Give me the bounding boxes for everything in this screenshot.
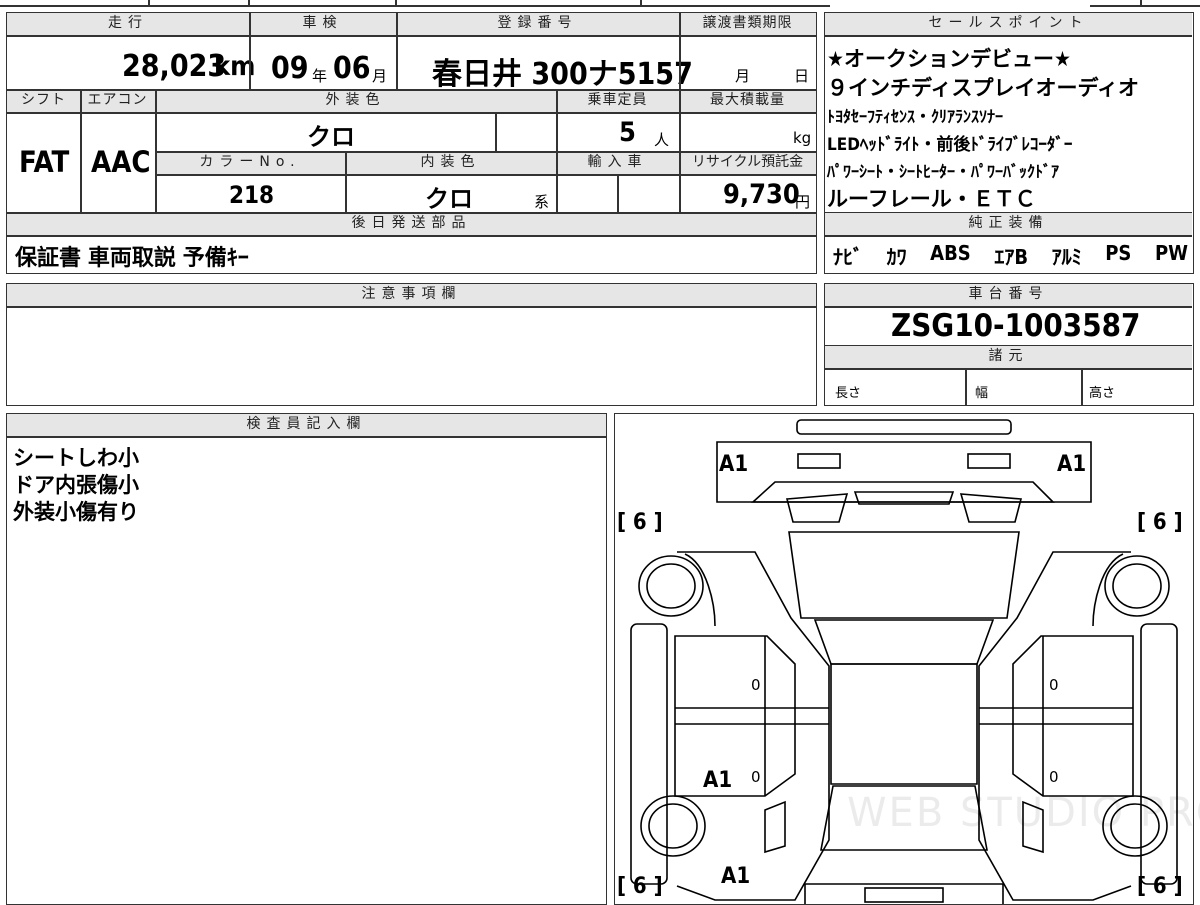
recycle-value: 9,730 [723,179,800,210]
inspection-header: 車検 [249,13,396,35]
transfer-month-unit: 月 [735,67,751,85]
load-header: 最大積載量 [679,90,816,112]
sales-points-header: セールスポイント [825,13,1192,35]
shift-value: FAT [19,145,70,179]
interior-header: 内装色 [345,152,556,174]
equipment-item: ﾅﾋﾞ [833,245,863,269]
year-unit: 年 [312,67,328,85]
capacity-unit: 人 [654,131,670,149]
color-no-value: 218 [229,181,275,209]
door-mark-rl: 0 [751,768,761,786]
tire-mark-front-right: [ 6 ] [1137,510,1183,535]
height-label: 高さ [1089,386,1116,401]
interior-suffix: 系 [534,193,550,211]
equipment-item: ｶﾜ [886,245,907,269]
equipment-item: PW [1154,241,1188,265]
watermark: WEB STUDIO PRO [847,790,1200,836]
length-label: 長さ [835,386,862,401]
load-unit: kg [793,129,812,147]
sales-line-3: ﾄﾖﾀｾｰﾌﾃｨｾﾝｽ・ｸﾘｱﾗﾝｽｿﾅｰ [827,107,1004,126]
equipment-list: ﾅﾋﾞ ｶﾜ ABS ｴｱB ｱﾙﾐ PS PW [833,241,1188,270]
mileage-value: 28,023 [122,49,227,84]
sales-line-1: ★オークションデビュー★ [827,47,1071,71]
registration-value: 春日井 300ナ5157 [432,57,693,92]
later-parts-value: 保証書 車両取説 予備ｷｰ [15,246,249,271]
damage-mark-front-left: A1 [719,452,749,477]
ac-header: エアコン [80,90,155,112]
equipment-item: ｴｱB [994,245,1029,269]
car-diagram: A1 A1 [ 6 ] [ 6 ] 0 0 0 0 A1 A1 [ 6 ] [ … [614,413,1200,905]
chassis-header: 車台番号 [825,284,1192,306]
sales-points-box: セールスポイント ★オークションデビュー★ ９インチディスプレイオーディオ ﾄﾖ… [824,12,1194,274]
inspector-header: 検査員記入欄 [7,414,606,436]
equipment-item: ｱﾙﾐ [1051,245,1082,269]
mileage-header: 走行 [7,13,249,35]
dimensions-header: 諸元 [825,346,1192,368]
chassis-number: ZSG10-1003587 [891,308,1141,344]
exterior-header: 外装色 [155,90,556,112]
shift-header: シフト [7,90,80,112]
chassis-box: 車台番号 ZSG10-1003587 諸元 長さ 幅 高さ [824,283,1194,406]
exterior-value: クロ [307,123,355,151]
sales-line-5: ﾊﾟﾜｰｼｰﾄ・ｼｰﾄﾋｰﾀｰ・ﾊﾟﾜｰﾊﾞｯｸﾄﾞｱ [827,162,1060,181]
ac-value: AAC [91,145,151,179]
inspection-year: 09 [271,51,309,86]
equipment-item: PS [1105,241,1132,265]
sales-line-4: LEDﾍｯﾄﾞﾗｲﾄ・前後ﾄﾞﾗｲﾌﾞﾚｺｰﾀﾞｰ [827,135,1073,155]
damage-mark-front-right: A1 [1057,452,1087,477]
inspector-line-3: 外装小傷有り [13,500,139,524]
equipment-header: 純正装備 [825,213,1192,235]
damage-mark-rear-left: A1 [721,864,751,889]
capacity-header: 乗車定員 [556,90,679,112]
door-mark-fr: 0 [1049,676,1059,694]
tire-mark-rear-right: [ 6 ] [1137,874,1183,899]
notes-header: 注意事項欄 [7,284,816,306]
vehicle-info-table: 走行 車検 登録番号 譲渡書類期限 28,023 km 09 年 06 月 春日… [6,12,817,274]
color-no-header: カラーNo. [155,152,345,174]
transfer-day-unit: 日 [794,67,810,85]
door-mark-rr: 0 [1049,768,1059,786]
later-parts-header: 後日発送部品 [7,213,816,235]
inspector-line-1: シートしわ小 [13,446,139,470]
sales-line-6: ルーフレール・ＥＴＣ [827,187,1036,211]
tire-mark-rear-left: [ 6 ] [617,874,663,899]
door-mark-fl: 0 [751,676,761,694]
damage-mark-rear-door-left: A1 [703,768,733,793]
month-unit: 月 [372,67,388,85]
top-strip [0,0,1200,8]
registration-header: 登録番号 [396,13,679,35]
sales-line-2: ９インチディスプレイオーディオ [827,76,1140,100]
interior-value: クロ [425,185,473,213]
inspection-month: 06 [333,51,371,86]
equipment-item: ABS [930,241,971,265]
tire-mark-front-left: [ 6 ] [617,510,663,535]
recycle-header: リサイクル預託金 [679,152,816,174]
transfer-header: 譲渡書類期限 [679,13,816,35]
inspector-box: 検査員記入欄 シートしわ小 ドア内張傷小 外装小傷有り [6,413,607,905]
capacity-value: 5 [619,117,636,148]
notes-box: 注意事項欄 [6,283,817,406]
import-header: 輸入車 [556,152,679,174]
inspector-line-2: ドア内張傷小 [13,473,139,497]
recycle-unit: 円 [795,193,811,211]
width-label: 幅 [975,386,989,401]
